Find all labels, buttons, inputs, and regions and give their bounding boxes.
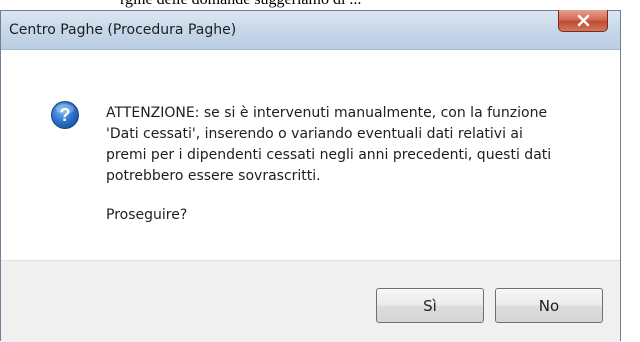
close-icon bbox=[577, 14, 589, 27]
dialog-prompt: Proseguire? bbox=[106, 207, 188, 223]
dialog-message: ATTENZIONE: se si è intervenuti manualme… bbox=[106, 103, 606, 187]
message-dialog: Centro Paghe (Procedura Paghe) ? ATTENZI… bbox=[0, 10, 621, 342]
window-title: Centro Paghe (Procedura Paghe) bbox=[9, 22, 237, 38]
background-document-text: rgine delle domande suggeriamo di ... bbox=[120, 0, 361, 9]
yes-button[interactable]: Sì bbox=[376, 288, 484, 323]
message-line: premi per i dipendenti cessati negli ann… bbox=[106, 147, 552, 163]
message-line: 'Dati cessati', inserendo o variando eve… bbox=[106, 126, 523, 142]
svg-text:?: ? bbox=[60, 105, 71, 125]
dialog-content: ? ATTENZIONE: se si è intervenuti manual… bbox=[1, 50, 620, 260]
message-line: potrebbero essere sovrascritti. bbox=[106, 168, 321, 184]
question-icon: ? bbox=[51, 101, 79, 129]
no-button[interactable]: No bbox=[495, 288, 603, 323]
button-bar: Sì No bbox=[1, 260, 620, 342]
title-bar[interactable]: Centro Paghe (Procedura Paghe) bbox=[1, 10, 620, 50]
message-line: ATTENZIONE: se si è intervenuti manualme… bbox=[106, 105, 548, 121]
close-button[interactable] bbox=[558, 10, 608, 32]
